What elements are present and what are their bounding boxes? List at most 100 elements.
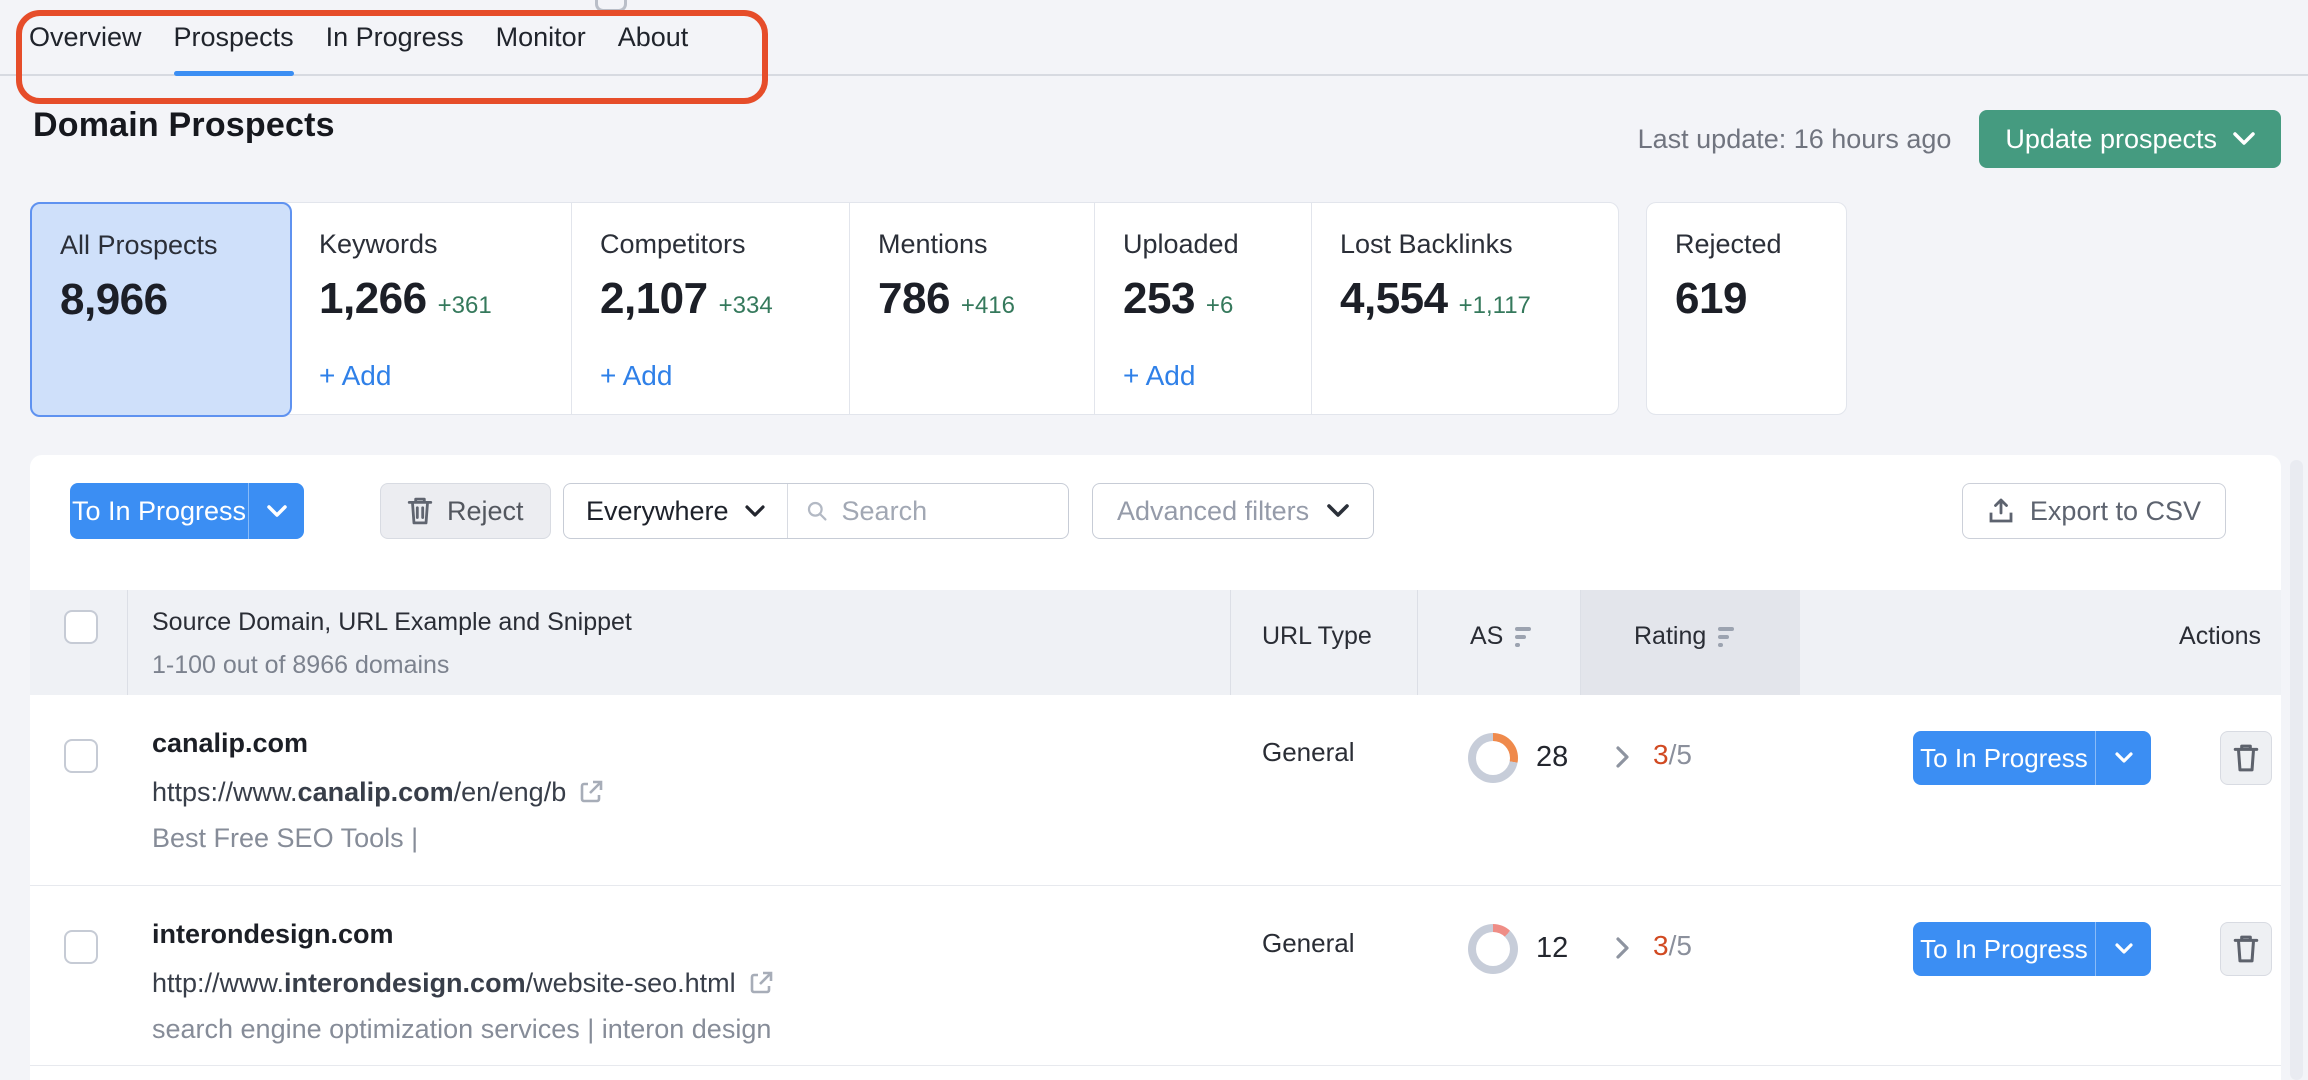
card-competitors[interactable]: Competitors 2,107 +334 + Add: [572, 203, 850, 414]
search-scope-dropdown[interactable]: Everywhere: [564, 484, 788, 538]
export-icon: [1987, 497, 2015, 525]
source-column-title: Source Domain, URL Example and Snippet: [152, 608, 632, 637]
authority-score-gauge: [1468, 733, 1518, 783]
tab-bar: Overview Prospects In Progress Monitor A…: [0, 0, 2308, 76]
source-domain-column-header: Source Domain, URL Example and Snippet 1…: [152, 608, 632, 680]
search-control: Everywhere: [563, 483, 1069, 539]
card-value: 786: [878, 274, 950, 324]
page-title: Domain Prospects: [33, 106, 335, 145]
search-input[interactable]: [840, 495, 1050, 528]
url-text[interactable]: http://www.interondesign.com/website-seo…: [152, 965, 736, 1001]
table-row: canalip.com https://www.canalip.com/en/e…: [30, 695, 2281, 886]
url-type-value: General: [1262, 737, 1355, 768]
row-checkbox[interactable]: [64, 739, 98, 773]
card-label: Competitors: [600, 229, 825, 260]
export-label: Export to CSV: [2030, 496, 2201, 527]
card-label: Rejected: [1675, 229, 1822, 260]
add-competitors-link[interactable]: + Add: [600, 360, 672, 392]
source-column-count: 1-100 out of 8966 domains: [152, 651, 632, 680]
export-to-csv-button[interactable]: Export to CSV: [1962, 483, 2226, 539]
to-in-progress-label: To In Progress: [1913, 731, 2095, 785]
chevron-down-icon[interactable]: [248, 483, 304, 539]
url-text[interactable]: https://www.canalip.com/en/eng/b: [152, 774, 566, 810]
tab-about[interactable]: About: [618, 0, 689, 74]
rating-value[interactable]: 3/5: [1653, 739, 1692, 771]
card-value: 1,266: [319, 274, 427, 324]
url-type-value: General: [1262, 928, 1355, 959]
card-label: All Prospects: [60, 230, 266, 261]
domain-name[interactable]: canalip.com: [152, 725, 604, 761]
card-keywords[interactable]: Keywords 1,266 +361 + Add: [291, 203, 572, 414]
authority-score-gauge: [1468, 924, 1518, 974]
trash-icon: [2233, 744, 2259, 772]
card-rejected[interactable]: Rejected 619: [1646, 202, 1847, 415]
tab-prospects[interactable]: Prospects: [174, 0, 294, 74]
reject-button[interactable]: Reject: [380, 483, 551, 539]
card-label: Uploaded: [1123, 229, 1287, 260]
trash-icon: [407, 497, 433, 525]
search-box: [788, 484, 1068, 538]
card-lost-backlinks[interactable]: Lost Backlinks 4,554 +1,117: [1312, 203, 1618, 414]
row-checkbox[interactable]: [64, 930, 98, 964]
source-cell: canalip.com https://www.canalip.com/en/e…: [152, 725, 604, 856]
sort-icon[interactable]: [1515, 627, 1531, 647]
url-type-column-header[interactable]: URL Type: [1262, 622, 1372, 651]
card-all-prospects[interactable]: All Prospects 8,966: [30, 202, 292, 417]
header-right: Last update: 16 hours ago Update prospec…: [1638, 110, 2281, 168]
card-value: 4,554: [1340, 274, 1448, 324]
rating-column-header[interactable]: Rating: [1634, 622, 1734, 651]
table-header: Source Domain, URL Example and Snippet 1…: [30, 590, 2281, 695]
to-in-progress-row-button[interactable]: To In Progress: [1913, 922, 2151, 976]
prospects-panel: To In Progress Reject Everywhere Advance…: [30, 455, 2281, 1080]
to-in-progress-bulk-button[interactable]: To In Progress: [70, 483, 304, 539]
chevron-down-icon: [2233, 132, 2255, 146]
sort-icon[interactable]: [1718, 627, 1734, 647]
rating-value[interactable]: 3/5: [1653, 930, 1692, 962]
card-delta: +334: [719, 292, 773, 320]
chevron-right-icon[interactable]: [1615, 936, 1630, 960]
tab-overview[interactable]: Overview: [29, 0, 142, 74]
card-delta: +6: [1206, 292, 1233, 320]
card-value: 2,107: [600, 274, 708, 324]
advanced-filters-button[interactable]: Advanced filters: [1092, 483, 1374, 539]
external-link-icon[interactable]: [578, 779, 604, 805]
link-building-tool-screen: Overview Prospects In Progress Monitor A…: [0, 0, 2308, 1080]
cards-group: All Prospects 8,966 Keywords 1,266 +361 …: [30, 202, 1619, 415]
card-value: 619: [1675, 274, 1747, 324]
tab-monitor[interactable]: Monitor: [496, 0, 586, 74]
domain-name[interactable]: interondesign.com: [152, 916, 774, 952]
last-update-text: Last update: 16 hours ago: [1638, 124, 1952, 155]
card-label: Mentions: [878, 229, 1070, 260]
external-link-icon[interactable]: [748, 970, 774, 996]
snippet-text: search engine optimization services | in…: [152, 1011, 774, 1047]
chevron-down-icon[interactable]: [2095, 731, 2151, 785]
card-mentions[interactable]: Mentions 786 +416: [850, 203, 1095, 414]
advanced-filters-label: Advanced filters: [1117, 496, 1309, 527]
select-all-checkbox[interactable]: [64, 610, 98, 644]
delete-row-button[interactable]: [2220, 731, 2272, 785]
card-value: 253: [1123, 274, 1195, 324]
vertical-scrollbar[interactable]: [2290, 460, 2303, 1080]
card-delta: +416: [961, 292, 1015, 320]
card-delta: +1,117: [1459, 292, 1531, 320]
url-example: http://www.interondesign.com/website-seo…: [152, 965, 774, 1001]
chevron-right-icon[interactable]: [1615, 745, 1630, 769]
search-scope-value: Everywhere: [586, 496, 729, 527]
as-column-header[interactable]: AS: [1470, 622, 1531, 651]
update-prospects-button[interactable]: Update prospects: [1979, 110, 2281, 168]
chevron-down-icon[interactable]: [2095, 922, 2151, 976]
delete-row-button[interactable]: [2220, 922, 2272, 976]
add-uploaded-link[interactable]: + Add: [1123, 360, 1195, 392]
card-value: 8,966: [60, 275, 168, 325]
to-in-progress-row-button[interactable]: To In Progress: [1913, 731, 2151, 785]
card-uploaded[interactable]: Uploaded 253 +6 + Add: [1095, 203, 1312, 414]
card-delta: +361: [438, 292, 492, 320]
url-example: https://www.canalip.com/en/eng/b: [152, 774, 604, 810]
tab-in-progress[interactable]: In Progress: [326, 0, 464, 74]
card-label: Keywords: [319, 229, 547, 260]
add-keywords-link[interactable]: + Add: [319, 360, 391, 392]
chevron-down-icon: [745, 505, 765, 518]
search-icon: [806, 498, 828, 524]
reject-label: Reject: [447, 496, 524, 527]
source-cell: interondesign.com http://www.interondesi…: [152, 916, 774, 1047]
